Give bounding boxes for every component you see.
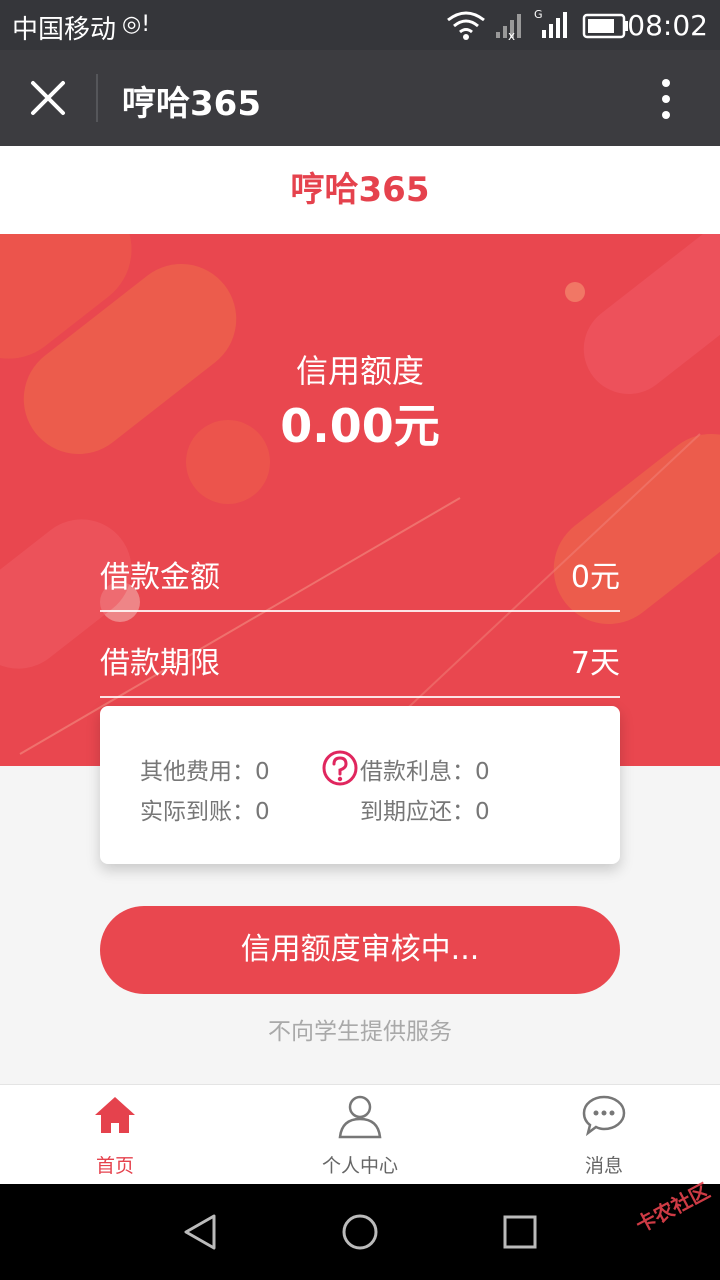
loan-interest: 借款利息：0 xyxy=(360,759,490,785)
status-bar: 中国移动 ◎! x G 08:02 xyxy=(0,0,720,50)
bottom-tab-bar: 首页 个人中心 消息 xyxy=(0,1084,720,1185)
student-notice: 不向学生提供服务 xyxy=(268,1019,452,1045)
fee-summary-card: 其他费用：0 实际到账：0 借款利息：0 到期应还：0 xyxy=(100,706,620,864)
back-icon[interactable] xyxy=(180,1212,220,1252)
loan-amount-value: 0元 xyxy=(570,560,620,595)
clock: 08:02 xyxy=(627,9,708,42)
close-icon[interactable] xyxy=(28,78,68,118)
svg-text:G: G xyxy=(534,8,543,21)
credit-label: 信用额度 xyxy=(295,352,424,390)
signal-icons: x G xyxy=(447,8,628,43)
loan-amount-row[interactable]: 借款金额 0元 xyxy=(100,524,620,612)
message-icon xyxy=(582,1095,626,1137)
home-icon xyxy=(95,1097,135,1133)
carrier-label: 中国移动 xyxy=(12,15,117,45)
tab-home-label: 首页 xyxy=(95,1155,134,1177)
other-fees: 其他费用：0 xyxy=(140,759,270,785)
tab-messages[interactable]: 消息 xyxy=(484,1085,720,1185)
credit-value: 0.00元 xyxy=(280,399,440,453)
due-repayment: 到期应还：0 xyxy=(360,799,490,825)
system-nav-bar xyxy=(0,1184,720,1280)
help-icon[interactable] xyxy=(322,750,358,786)
loan-amount-label: 借款金额 xyxy=(100,560,220,595)
recents-icon[interactable] xyxy=(502,1214,538,1250)
tab-profile[interactable]: 个人中心 xyxy=(240,1085,480,1185)
page-title: 哼哈365 xyxy=(122,84,261,124)
titlebar-divider xyxy=(96,74,98,122)
credit-review-button[interactable]: 信用额度审核中... xyxy=(100,906,620,994)
loan-term-row[interactable]: 借款期限 7天 xyxy=(100,610,620,698)
brand-title: 哼哈365 xyxy=(290,170,430,210)
person-icon xyxy=(338,1095,382,1139)
nfc-icon: ◎! xyxy=(122,12,151,37)
tab-messages-label: 消息 xyxy=(584,1155,623,1177)
tab-home[interactable]: 首页 xyxy=(0,1085,235,1185)
loan-term-value: 7天 xyxy=(570,646,620,681)
app-titlebar: 哼哈365 xyxy=(0,50,720,146)
more-options-icon[interactable] xyxy=(660,78,672,120)
loan-term-label: 借款期限 xyxy=(100,646,220,681)
svg-text:x: x xyxy=(508,29,515,43)
credit-panel: 信用额度 0.00元 借款金额 0元 借款期限 7天 xyxy=(0,234,720,766)
actual-received: 实际到账：0 xyxy=(140,799,270,825)
brand-header: 哼哈365 xyxy=(0,146,720,234)
home-nav-icon[interactable] xyxy=(340,1212,380,1252)
tab-profile-label: 个人中心 xyxy=(321,1155,398,1177)
